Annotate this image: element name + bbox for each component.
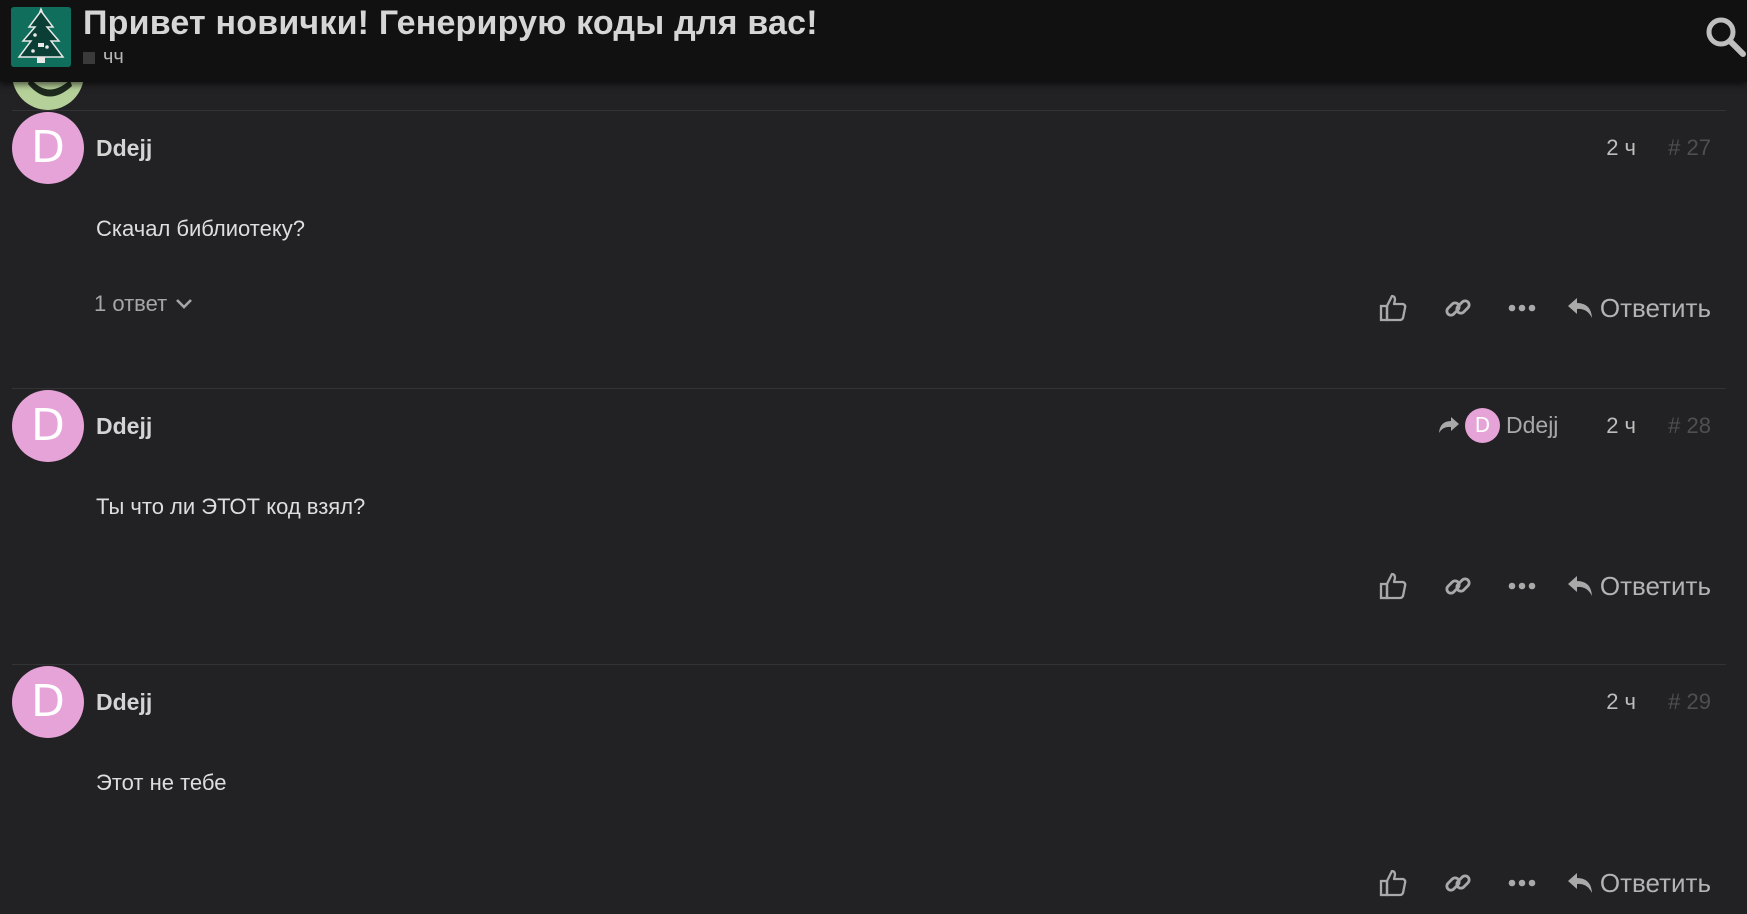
post-27: D Ddejj 2 ч # 27 Скачал библиотеку? 1 от…: [0, 110, 1747, 388]
link-icon: [1445, 299, 1471, 317]
reply-button[interactable]: Ответить: [1566, 293, 1711, 324]
reply-to-username: Ddejj: [1506, 411, 1559, 438]
post-number: # 27: [1668, 135, 1711, 160]
copy-link-button[interactable]: [1438, 863, 1478, 903]
copy-link-button[interactable]: [1438, 288, 1478, 328]
post-29: D Ddejj 2 ч # 29 Этот не тебе Ответить: [0, 664, 1747, 914]
site-logo[interactable]: [11, 7, 71, 67]
reply-label: Ответить: [1599, 867, 1711, 898]
username[interactable]: Ddejj: [96, 135, 152, 162]
link-icon: [1445, 577, 1471, 595]
replies-toggle[interactable]: 1 ответ: [94, 291, 193, 317]
post-actions: Ответить: [1373, 288, 1711, 328]
avatar[interactable]: D: [12, 666, 84, 738]
search-icon: [1706, 17, 1746, 57]
reply-to-arrow-icon: [1439, 417, 1459, 433]
reply-to-avatar: D: [1465, 407, 1500, 443]
post-divider: [12, 110, 1726, 111]
like-button[interactable]: [1373, 566, 1413, 606]
reply-to-tab[interactable]: D Ddejj: [1437, 407, 1558, 443]
avatar[interactable]: D: [12, 390, 84, 462]
topic-header: Привет новички! Генерирую коды для вас! …: [0, 0, 1747, 82]
more-icon: [1508, 304, 1536, 312]
reply-icon: [1567, 873, 1592, 893]
category-name: чч: [103, 46, 124, 68]
chevron-down-icon: [176, 299, 193, 309]
post-time[interactable]: 2 ч: [1606, 413, 1636, 439]
copy-link-button[interactable]: [1438, 566, 1478, 606]
post-body: Ты что ли ЭТОТ код взял?: [96, 494, 366, 519]
reply-button[interactable]: Ответить: [1566, 868, 1711, 899]
topic-category[interactable]: чч: [83, 46, 124, 69]
username[interactable]: Ddejj: [96, 413, 152, 440]
link-icon: [1445, 874, 1471, 892]
like-button[interactable]: [1373, 863, 1413, 903]
more-button[interactable]: [1502, 863, 1542, 903]
more-button[interactable]: [1502, 566, 1542, 606]
post-actions: Ответить: [1373, 863, 1711, 903]
reply-button[interactable]: Ответить: [1566, 571, 1711, 602]
avatar[interactable]: D: [12, 112, 84, 184]
like-icon: [1379, 294, 1407, 322]
like-icon: [1379, 869, 1407, 897]
reply-label: Ответить: [1599, 292, 1711, 323]
post-number: # 29: [1668, 689, 1711, 714]
more-icon: [1508, 582, 1536, 590]
category-swatch: [83, 51, 95, 64]
post-time[interactable]: 2 ч: [1606, 135, 1636, 161]
post-number: # 28: [1668, 413, 1711, 438]
post-actions: Ответить: [1373, 566, 1711, 606]
post-time[interactable]: 2 ч: [1606, 689, 1636, 715]
username[interactable]: Ddejj: [96, 689, 152, 716]
more-button[interactable]: [1502, 288, 1542, 328]
post-divider: [12, 388, 1726, 389]
post-28: D Ddejj D Ddejj 2 ч # 28 Ты что ли ЭТОТ …: [0, 388, 1747, 664]
like-button[interactable]: [1373, 288, 1413, 328]
more-icon: [1508, 879, 1536, 887]
search-button[interactable]: [1703, 14, 1747, 58]
post-body: Этот не тебе: [96, 770, 227, 795]
post-body: Скачал библиотеку?: [96, 216, 305, 241]
reply-icon: [1567, 298, 1592, 318]
topic-title[interactable]: Привет новички! Генерирую коды для вас!: [83, 4, 818, 43]
post-divider: [12, 664, 1726, 665]
replies-label: 1 ответ: [94, 291, 168, 316]
like-icon: [1379, 572, 1407, 600]
reply-label: Ответить: [1599, 570, 1711, 601]
reply-icon: [1567, 576, 1592, 596]
